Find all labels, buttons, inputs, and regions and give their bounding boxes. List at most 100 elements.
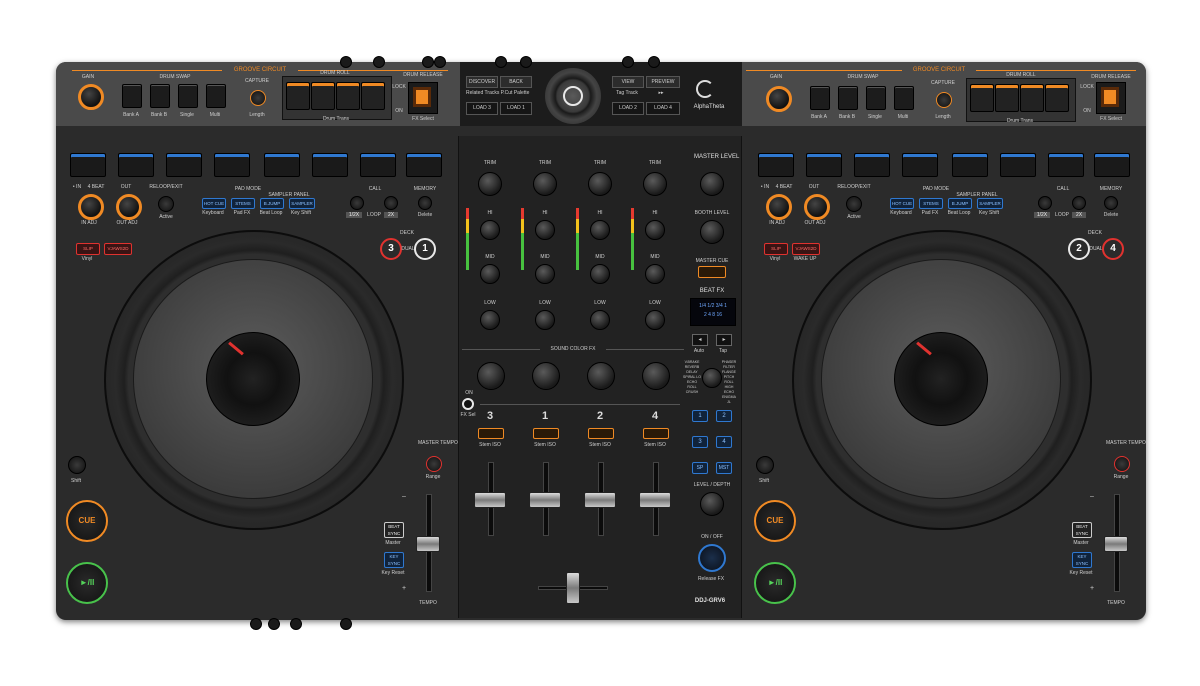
view-button[interactable]: VIEW bbox=[612, 76, 644, 88]
drum-swap-bank-b-button[interactable] bbox=[150, 84, 170, 108]
back-button[interactable]: BACK bbox=[500, 76, 532, 88]
deck-2-indicator[interactable]: 2 bbox=[1068, 238, 1090, 260]
color-fx-knob-ch3[interactable] bbox=[477, 362, 505, 390]
perf-pad-1[interactable] bbox=[758, 153, 794, 177]
stem-iso-button-ch3[interactable] bbox=[478, 428, 504, 439]
memory-button[interactable] bbox=[1104, 196, 1118, 210]
call-forward-button[interactable] bbox=[1072, 196, 1086, 210]
cue-button[interactable]: CUE bbox=[66, 500, 108, 542]
play-pause-button[interactable]: ►/II bbox=[66, 562, 108, 604]
hot-cue-button[interactable]: HOT CUE bbox=[202, 198, 226, 209]
drum-roll-pad-2[interactable] bbox=[995, 84, 1019, 112]
load-4-button[interactable]: LOAD 4 bbox=[646, 102, 680, 115]
call-forward-button[interactable] bbox=[384, 196, 398, 210]
beat-jump-button[interactable]: B.JUMP bbox=[260, 198, 284, 209]
jog-wheel[interactable] bbox=[792, 230, 1092, 530]
drum-roll-pad-1[interactable] bbox=[286, 82, 310, 110]
drum-roll-pad-2[interactable] bbox=[311, 82, 335, 110]
eq-low-knob-ch2[interactable] bbox=[590, 310, 610, 330]
eq-hi-knob-ch2[interactable] bbox=[590, 220, 610, 240]
drum-swap-single-button[interactable] bbox=[178, 84, 198, 108]
gain-knob[interactable] bbox=[766, 86, 792, 112]
beat-fx-on-off-button[interactable] bbox=[698, 544, 726, 572]
beat-fx-select-knob[interactable] bbox=[702, 368, 722, 388]
memory-button[interactable] bbox=[418, 196, 432, 210]
drum-roll-pad-4[interactable] bbox=[1045, 84, 1069, 112]
tempo-fader[interactable] bbox=[1104, 536, 1128, 552]
sampler-button[interactable]: SAMPLER bbox=[289, 198, 315, 209]
call-back-button[interactable] bbox=[350, 196, 364, 210]
crossfader[interactable] bbox=[566, 572, 580, 604]
booth-level-knob[interactable] bbox=[700, 220, 724, 244]
master-tempo-button[interactable] bbox=[426, 456, 442, 472]
eq-mid-knob-ch1[interactable] bbox=[535, 264, 555, 284]
cue-button[interactable]: CUE bbox=[754, 500, 796, 542]
eq-hi-knob-ch1[interactable] bbox=[535, 220, 555, 240]
color-fx-knob-ch2[interactable] bbox=[587, 362, 615, 390]
drum-roll-pad-3[interactable] bbox=[336, 82, 360, 110]
load-1-button[interactable]: LOAD 1 bbox=[500, 102, 532, 115]
eq-hi-knob-ch4[interactable] bbox=[645, 220, 665, 240]
slip-button[interactable]: SLIP bbox=[764, 243, 788, 255]
load-3-button[interactable]: LOAD 3 bbox=[466, 102, 498, 115]
eq-mid-knob-ch2[interactable] bbox=[590, 264, 610, 284]
stem-iso-button-ch2[interactable] bbox=[588, 428, 614, 439]
perf-pad-5[interactable] bbox=[952, 153, 988, 177]
vinyl-mode-button[interactable]: VJAWS2D bbox=[104, 243, 132, 255]
deck-4-indicator[interactable]: 4 bbox=[1102, 238, 1124, 260]
perf-pad-5[interactable] bbox=[264, 153, 300, 177]
fx-channel-2-button[interactable]: 2 bbox=[716, 410, 732, 422]
eq-low-knob-ch4[interactable] bbox=[645, 310, 665, 330]
trim-knob-ch4[interactable] bbox=[643, 172, 667, 196]
jog-wheel[interactable] bbox=[104, 230, 404, 530]
drum-release-lever[interactable] bbox=[1096, 82, 1126, 114]
preview-button[interactable]: PREVIEW bbox=[646, 76, 680, 88]
channel-fader-ch2[interactable] bbox=[584, 492, 616, 508]
drum-release-lever[interactable] bbox=[408, 82, 438, 114]
eq-mid-knob-ch4[interactable] bbox=[645, 264, 665, 284]
stem-iso-button-ch1[interactable] bbox=[533, 428, 559, 439]
eq-low-knob-ch1[interactable] bbox=[535, 310, 555, 330]
drum-swap-bank-b-button[interactable] bbox=[838, 86, 858, 110]
drum-roll-pad-3[interactable] bbox=[1020, 84, 1044, 112]
drum-swap-multi-button[interactable] bbox=[206, 84, 226, 108]
tempo-fader[interactable] bbox=[416, 536, 440, 552]
eq-mid-knob-ch3[interactable] bbox=[480, 264, 500, 284]
beat-sync-button[interactable]: BEAT SYNC bbox=[1072, 522, 1092, 538]
load-2-button[interactable]: LOAD 2 bbox=[612, 102, 644, 115]
perf-pad-7[interactable] bbox=[1048, 153, 1084, 177]
trim-knob-ch1[interactable] bbox=[533, 172, 557, 196]
drum-swap-bank-a-button[interactable] bbox=[122, 84, 142, 108]
perf-pad-7[interactable] bbox=[360, 153, 396, 177]
key-sync-button[interactable]: KEY SYNC bbox=[384, 552, 404, 568]
stems-button[interactable]: STEMS bbox=[919, 198, 943, 209]
beat-sync-button[interactable]: BEAT SYNC bbox=[384, 522, 404, 538]
gain-knob[interactable] bbox=[78, 84, 104, 110]
beat-jump-button[interactable]: B.JUMP bbox=[948, 198, 972, 209]
drum-roll-pad-1[interactable] bbox=[970, 84, 994, 112]
loop-out-button[interactable] bbox=[116, 194, 142, 220]
trim-knob-ch2[interactable] bbox=[588, 172, 612, 196]
master-level-knob[interactable] bbox=[700, 172, 724, 196]
perf-pad-6[interactable] bbox=[1000, 153, 1036, 177]
jog-platter[interactable] bbox=[821, 259, 1061, 499]
stem-iso-button-ch4[interactable] bbox=[643, 428, 669, 439]
discover-button[interactable]: DISCOVER bbox=[466, 76, 498, 88]
master-tempo-button[interactable] bbox=[1114, 456, 1130, 472]
hot-cue-button[interactable]: HOT CUE bbox=[890, 198, 914, 209]
level-depth-knob[interactable] bbox=[700, 492, 724, 516]
beat-right-button[interactable]: ▸ bbox=[716, 334, 732, 346]
perf-pad-3[interactable] bbox=[854, 153, 890, 177]
shift-button[interactable] bbox=[68, 456, 86, 474]
master-cue-button[interactable] bbox=[698, 266, 726, 278]
play-pause-button[interactable]: ►/II bbox=[754, 562, 796, 604]
color-fx-knob-ch4[interactable] bbox=[642, 362, 670, 390]
perf-pad-8[interactable] bbox=[406, 153, 442, 177]
fx-master-button[interactable]: MST bbox=[716, 462, 732, 474]
perf-pad-4[interactable] bbox=[214, 153, 250, 177]
capture-button[interactable] bbox=[250, 90, 266, 106]
drum-swap-bank-a-button[interactable] bbox=[810, 86, 830, 110]
capture-button[interactable] bbox=[936, 92, 952, 108]
perf-pad-2[interactable] bbox=[806, 153, 842, 177]
channel-fader-ch4[interactable] bbox=[639, 492, 671, 508]
